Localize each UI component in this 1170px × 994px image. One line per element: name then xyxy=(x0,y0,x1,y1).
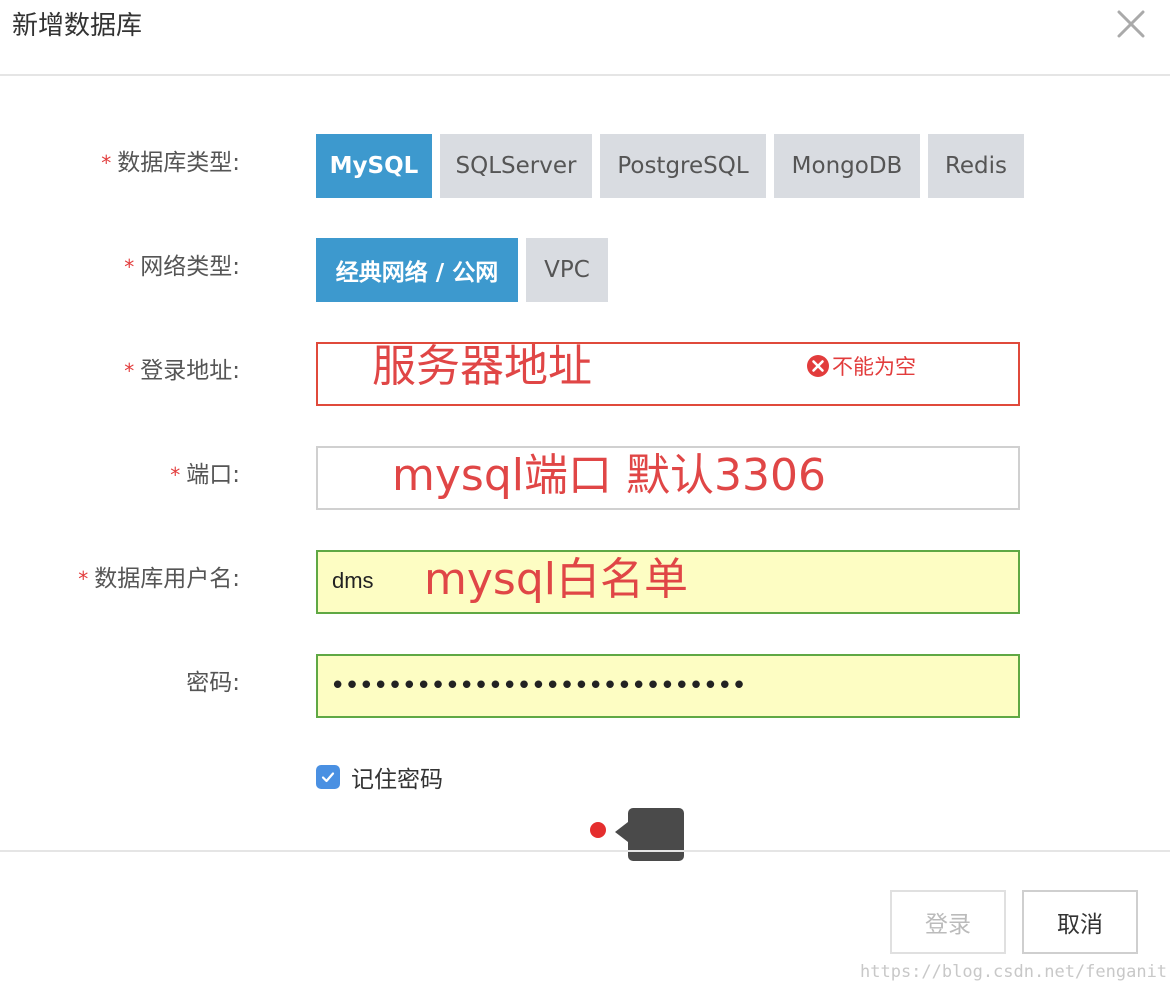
checkmark-icon xyxy=(321,772,335,783)
network-type-label: * 网络类型: xyxy=(124,254,240,280)
error-circle-icon xyxy=(807,355,829,377)
network-vpc-button[interactable]: VPC xyxy=(526,238,608,302)
db-type-label: * 数据库类型: xyxy=(101,150,240,176)
password-input[interactable]: ••••••••••••••••••••••••••••• xyxy=(316,654,1020,718)
db-type-sqlserver-button[interactable]: SQLServer xyxy=(440,134,592,198)
db-type-postgresql-button[interactable]: PostgreSQL xyxy=(600,134,766,198)
port-label: * 端口: xyxy=(170,462,240,488)
remember-password-checkbox[interactable] xyxy=(316,765,340,789)
db-type-mysql-button[interactable]: MySQL xyxy=(316,134,432,198)
address-label: * 登录地址: xyxy=(124,358,240,384)
username-annotation: mysql白名单 xyxy=(424,554,688,605)
username-value: dms xyxy=(332,568,374,593)
port-annotation: mysql端口 默认3306 xyxy=(392,450,826,501)
username-label: * 数据库用户名: xyxy=(78,566,240,592)
red-dot-marker xyxy=(590,822,606,838)
db-type-mongodb-button[interactable]: MongoDB xyxy=(774,134,920,198)
login-button[interactable]: 登录 xyxy=(890,890,1006,954)
remember-password-label: 记住密码 xyxy=(351,767,443,793)
tooltip-bubble xyxy=(615,808,684,861)
password-label: 密码: xyxy=(186,670,240,696)
footer-divider xyxy=(0,850,1170,852)
remember-password-option[interactable]: 记住密码 xyxy=(316,760,443,794)
db-type-redis-button[interactable]: Redis xyxy=(928,134,1024,198)
close-icon[interactable] xyxy=(1114,7,1148,41)
address-error: 不能为空 xyxy=(806,351,916,381)
network-classic-button[interactable]: 经典网络 / 公网 xyxy=(316,238,518,302)
cancel-button[interactable]: 取消 xyxy=(1022,890,1138,954)
address-annotation: 服务器地址 xyxy=(372,341,592,392)
dialog-header: 新增数据库 xyxy=(0,0,1170,76)
watermark-text: https://blog.csdn.net/fenganit xyxy=(860,962,1168,982)
address-error-text: 不能为空 xyxy=(832,355,916,379)
dialog-title: 新增数据库 xyxy=(12,11,143,41)
password-value: ••••••••••••••••••••••••••••• xyxy=(330,671,747,701)
